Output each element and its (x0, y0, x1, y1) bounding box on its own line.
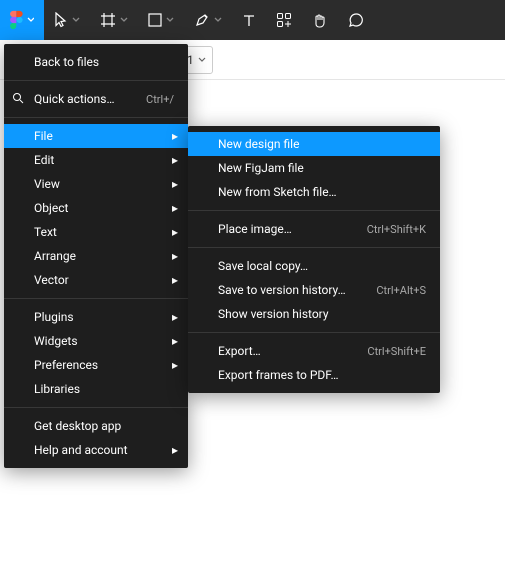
menu-file[interactable]: File ▸ (4, 124, 188, 148)
chevron-down-icon (198, 57, 206, 63)
chevron-right-icon: ▸ (172, 129, 178, 143)
chevron-right-icon: ▸ (172, 201, 178, 215)
menu-show-version-history[interactable]: Show version history (188, 302, 440, 326)
chevron-down-icon (27, 17, 34, 23)
menu-new-design-file[interactable]: New design file (188, 132, 440, 156)
chevron-right-icon: ▸ (172, 443, 178, 457)
menu-export-pdf[interactable]: Export frames to PDF… (188, 363, 440, 387)
cursor-icon (54, 12, 68, 28)
text-icon (242, 13, 256, 27)
menu-separator (4, 117, 188, 118)
menu-place-image[interactable]: Place image… Ctrl+Shift+K (188, 217, 440, 241)
top-toolbar (0, 0, 505, 40)
menu-new-from-sketch[interactable]: New from Sketch file… (188, 180, 440, 204)
chevron-right-icon: ▸ (172, 310, 178, 324)
menu-text[interactable]: Text ▸ (4, 220, 188, 244)
chevron-right-icon: ▸ (172, 334, 178, 348)
text-tool-button[interactable] (232, 0, 266, 40)
menu-save-version-history[interactable]: Save to version history… Ctrl+Alt+S (188, 278, 440, 302)
search-icon (12, 92, 24, 107)
comment-tool-button[interactable] (338, 0, 374, 40)
menu-preferences[interactable]: Preferences ▸ (4, 353, 188, 377)
chevron-right-icon: ▸ (172, 153, 178, 167)
figma-menu-button[interactable] (0, 0, 44, 40)
menu-quick-actions[interactable]: Quick actions… Ctrl+/ (4, 87, 188, 111)
menu-widgets[interactable]: Widgets ▸ (4, 329, 188, 353)
chevron-right-icon: ▸ (172, 273, 178, 287)
figma-logo-icon (10, 10, 23, 30)
layer-label: 1 (187, 53, 194, 67)
menu-save-local-copy[interactable]: Save local copy… (188, 254, 440, 278)
menu-separator (188, 247, 440, 248)
resources-button[interactable] (266, 0, 302, 40)
menu-desktop-app[interactable]: Get desktop app (4, 414, 188, 438)
frame-tool-button[interactable] (90, 0, 138, 40)
menu-separator (188, 332, 440, 333)
hand-icon (312, 12, 328, 28)
hand-tool-button[interactable] (302, 0, 338, 40)
main-menu: Back to files Quick actions… Ctrl+/ File… (4, 44, 188, 468)
menu-vector[interactable]: Vector ▸ (4, 268, 188, 292)
chevron-down-icon (166, 17, 174, 23)
file-submenu: New design file New FigJam file New from… (188, 126, 440, 393)
move-tool-button[interactable] (44, 0, 90, 40)
menu-separator (188, 210, 440, 211)
menu-separator (4, 407, 188, 408)
chevron-right-icon: ▸ (172, 358, 178, 372)
menu-object[interactable]: Object ▸ (4, 196, 188, 220)
shape-tool-button[interactable] (138, 0, 184, 40)
pen-icon (194, 12, 210, 28)
frame-icon (100, 12, 116, 28)
menu-back-to-files[interactable]: Back to files (4, 50, 188, 74)
pen-tool-button[interactable] (184, 0, 232, 40)
menu-help[interactable]: Help and account ▸ (4, 438, 188, 462)
chevron-down-icon (72, 17, 80, 23)
menu-view[interactable]: View ▸ (4, 172, 188, 196)
chevron-right-icon: ▸ (172, 177, 178, 191)
comment-icon (348, 12, 364, 28)
chevron-down-icon (120, 17, 128, 23)
menu-arrange[interactable]: Arrange ▸ (4, 244, 188, 268)
menu-separator (4, 80, 188, 81)
menu-plugins[interactable]: Plugins ▸ (4, 305, 188, 329)
chevron-right-icon: ▸ (172, 225, 178, 239)
menu-export[interactable]: Export… Ctrl+Shift+E (188, 339, 440, 363)
menu-edit[interactable]: Edit ▸ (4, 148, 188, 172)
menu-separator (4, 298, 188, 299)
rectangle-icon (148, 13, 162, 27)
chevron-down-icon (214, 17, 222, 23)
resources-icon (276, 12, 292, 28)
menu-libraries[interactable]: Libraries (4, 377, 188, 401)
chevron-right-icon: ▸ (172, 249, 178, 263)
menu-new-figjam-file[interactable]: New FigJam file (188, 156, 440, 180)
